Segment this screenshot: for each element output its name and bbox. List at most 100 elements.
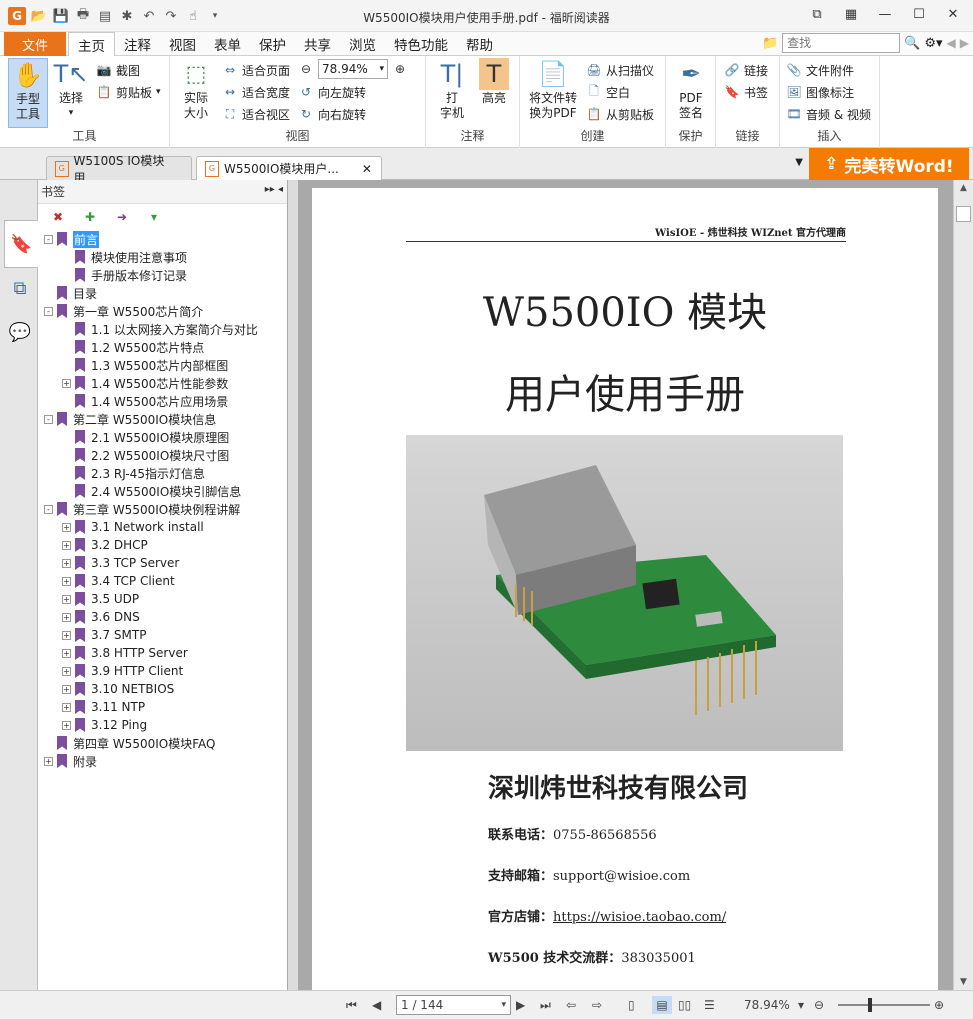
document-viewer[interactable]: WisIOE - 炜世科技 WIZnet 官方代理商 W5500IO 模块 用户… bbox=[298, 180, 953, 990]
audio-video-button[interactable]: 🎞 音频 & 视频 bbox=[786, 104, 871, 124]
nav-forward-icon[interactable]: ▶ bbox=[960, 36, 969, 50]
bookmark-label[interactable]: 前言 bbox=[73, 230, 100, 248]
rotate-right-button[interactable]: ↻ 向右旋转 bbox=[298, 104, 366, 124]
bookmark-label[interactable]: 1.2 W5500芯片特点 bbox=[91, 339, 204, 356]
bookmark-label[interactable]: 3.2 DHCP bbox=[91, 538, 148, 552]
blank-button[interactable]: 🗋 空白 bbox=[586, 82, 630, 102]
bookmark-item[interactable]: 2.4 W5500IO模块引脚信息 bbox=[38, 482, 287, 500]
comments-panel-icon[interactable]: 💬 bbox=[8, 320, 32, 344]
bookmark-label[interactable]: 2.4 W5500IO模块引脚信息 bbox=[91, 483, 241, 500]
hand-tool-icon[interactable]: ☝ bbox=[184, 7, 202, 25]
expand-icon[interactable]: + bbox=[62, 684, 71, 694]
bookmark-label[interactable]: 3.11 NTP bbox=[91, 700, 145, 714]
bookmark-label[interactable]: 3.10 NETBIOS bbox=[91, 682, 174, 696]
bookmark-label[interactable]: 目录 bbox=[73, 285, 97, 302]
bookmark-label[interactable]: 模块使用注意事项 bbox=[91, 249, 187, 266]
nav-back-icon[interactable]: ◀ bbox=[947, 36, 956, 50]
snapshot-button[interactable]: 📷 截图 bbox=[96, 60, 141, 80]
expand-icon[interactable]: + bbox=[44, 756, 53, 766]
doc-tab-1[interactable]: G W5100S IO模块用... bbox=[46, 154, 192, 185]
bookmark-label[interactable]: 第二章 W5500IO模块信息 bbox=[73, 411, 216, 428]
bookmark-label[interactable]: 3.8 HTTP Server bbox=[91, 646, 188, 660]
scroll-thumb[interactable] bbox=[956, 206, 971, 222]
settings-gear-icon[interactable]: ⚙▾ bbox=[924, 36, 942, 51]
bookmark-label[interactable]: 2.3 RJ-45指示灯信息 bbox=[91, 465, 205, 482]
prev-view-icon[interactable]: ⇦ bbox=[566, 996, 576, 1014]
fit-page-button[interactable]: ⇔ 适合页面 bbox=[222, 60, 290, 80]
zoom-slider[interactable] bbox=[838, 996, 930, 1014]
continuous-page-icon[interactable]: ▤ bbox=[652, 996, 672, 1014]
prev-page-icon[interactable]: ◀ bbox=[372, 996, 381, 1014]
last-page-icon[interactable]: ⏭ bbox=[540, 996, 551, 1014]
tab-list-dropdown-icon[interactable]: ▼ bbox=[795, 157, 803, 168]
expand-icon[interactable]: + bbox=[62, 630, 71, 640]
expand-icon[interactable]: + bbox=[62, 594, 71, 604]
expand-icon[interactable]: + bbox=[62, 666, 71, 676]
select-dropdown-icon[interactable]: ▾ bbox=[69, 106, 74, 121]
bookmark-item[interactable]: +3.5 UDP bbox=[38, 590, 287, 608]
bookmark-item[interactable]: 2.1 W5500IO模块原理图 bbox=[38, 428, 287, 446]
page-navigator[interactable]: 1 / 144 ▾ bbox=[396, 995, 511, 1015]
continuous-facing-icon[interactable]: ☰ bbox=[704, 996, 715, 1014]
bookmark-item[interactable]: 1.3 W5500芯片内部框图 bbox=[38, 356, 287, 374]
delete-bookmark-icon[interactable]: ✖ bbox=[50, 209, 66, 225]
bookmark-label[interactable]: 手册版本修订记录 bbox=[91, 267, 187, 284]
tab-help[interactable]: 帮助 bbox=[457, 32, 502, 56]
tab-comment[interactable]: 注释 bbox=[115, 32, 160, 56]
bookmark-item[interactable]: 目录 bbox=[38, 284, 287, 302]
open-folder-icon[interactable]: 📂 bbox=[30, 7, 48, 25]
bookmark-item[interactable]: +3.3 TCP Server bbox=[38, 554, 287, 572]
collapse-icon[interactable]: - bbox=[44, 306, 53, 316]
bookmark-button[interactable]: 🔖 书签 bbox=[724, 82, 769, 102]
undo-icon[interactable]: ↶ bbox=[140, 7, 158, 25]
expand-icon[interactable]: + bbox=[62, 612, 71, 622]
expand-icon[interactable]: + bbox=[62, 702, 71, 712]
scroll-down-icon[interactable]: ▼ bbox=[954, 974, 973, 990]
facing-page-icon[interactable]: ▯▯ bbox=[678, 996, 691, 1014]
bookmark-item[interactable]: 2.2 W5500IO模块尺寸图 bbox=[38, 446, 287, 464]
search-input[interactable] bbox=[782, 33, 901, 53]
bookmark-item[interactable]: +3.10 NETBIOS bbox=[38, 680, 287, 698]
clipboard-button[interactable]: 📋 剪贴板 ▾ bbox=[96, 82, 161, 102]
zoom-dropdown-status-icon[interactable]: ▾ bbox=[798, 996, 804, 1014]
bookmark-item[interactable]: +3.11 NTP bbox=[38, 698, 287, 716]
customize-dropdown-icon[interactable]: ▾ bbox=[206, 7, 224, 25]
minimize-button[interactable]: — bbox=[869, 4, 901, 24]
bookmark-item[interactable]: - 第三章 W5500IO模块例程讲解 bbox=[38, 500, 287, 518]
properties-icon[interactable]: ▤ bbox=[96, 7, 114, 25]
bookmark-label[interactable]: 第四章 W5500IO模块FAQ bbox=[73, 735, 215, 752]
expand-icon[interactable]: + bbox=[62, 720, 71, 730]
collapse-icon[interactable]: - bbox=[44, 504, 53, 514]
bookmark-label[interactable]: 2.2 W5500IO模块尺寸图 bbox=[91, 447, 229, 464]
page-input[interactable]: 1 / 144 ▾ bbox=[396, 995, 511, 1015]
tab-view[interactable]: 视图 bbox=[160, 32, 205, 56]
expand-bookmark-icon[interactable]: ➜ bbox=[114, 209, 130, 225]
panel-collapse-icon[interactable]: ▸▸ ◂ bbox=[265, 184, 283, 195]
next-view-icon[interactable]: ⇨ bbox=[592, 996, 602, 1014]
bookmark-label[interactable]: 1.3 W5500芯片内部框图 bbox=[91, 357, 228, 374]
actual-size-button[interactable]: ⬚ 实际 大小 bbox=[178, 58, 214, 121]
bookmark-item[interactable]: +3.2 DHCP bbox=[38, 536, 287, 554]
bookmark-item[interactable]: +3.6 DNS bbox=[38, 608, 287, 626]
bookmark-label[interactable]: 3.7 SMTP bbox=[91, 628, 146, 642]
bookmark-label[interactable]: 3.3 TCP Server bbox=[91, 556, 179, 570]
expand-icon[interactable]: + bbox=[62, 648, 71, 658]
next-page-icon[interactable]: ▶ bbox=[516, 996, 525, 1014]
save-icon[interactable]: 💾 bbox=[52, 7, 70, 25]
maximize-button[interactable]: ☐ bbox=[903, 4, 935, 24]
tab-home[interactable]: 主页 bbox=[68, 32, 115, 57]
image-annotation-button[interactable]: 🖼 图像标注 bbox=[786, 82, 854, 102]
expand-icon[interactable]: + bbox=[62, 378, 71, 388]
tab-form[interactable]: 表单 bbox=[205, 32, 250, 56]
bookmark-item[interactable]: 2.3 RJ-45指示灯信息 bbox=[38, 464, 287, 482]
select-tool-button[interactable]: T↖ 选择 ▾ bbox=[54, 58, 89, 121]
expand-icon[interactable]: + bbox=[62, 540, 71, 550]
expand-icon[interactable]: + bbox=[62, 558, 71, 568]
bookmark-item[interactable]: +3.7 SMTP bbox=[38, 626, 287, 644]
status-zoom-out-icon[interactable]: ⊖ bbox=[814, 996, 824, 1014]
print-icon[interactable]: 🖶 bbox=[74, 7, 92, 25]
bookmark-item[interactable]: +3.4 TCP Client bbox=[38, 572, 287, 590]
bookmark-label[interactable]: 第三章 W5500IO模块例程讲解 bbox=[73, 501, 240, 518]
single-page-icon[interactable]: ▯ bbox=[628, 996, 635, 1014]
clipboard-dropdown-icon[interactable]: ▾ bbox=[156, 87, 161, 97]
